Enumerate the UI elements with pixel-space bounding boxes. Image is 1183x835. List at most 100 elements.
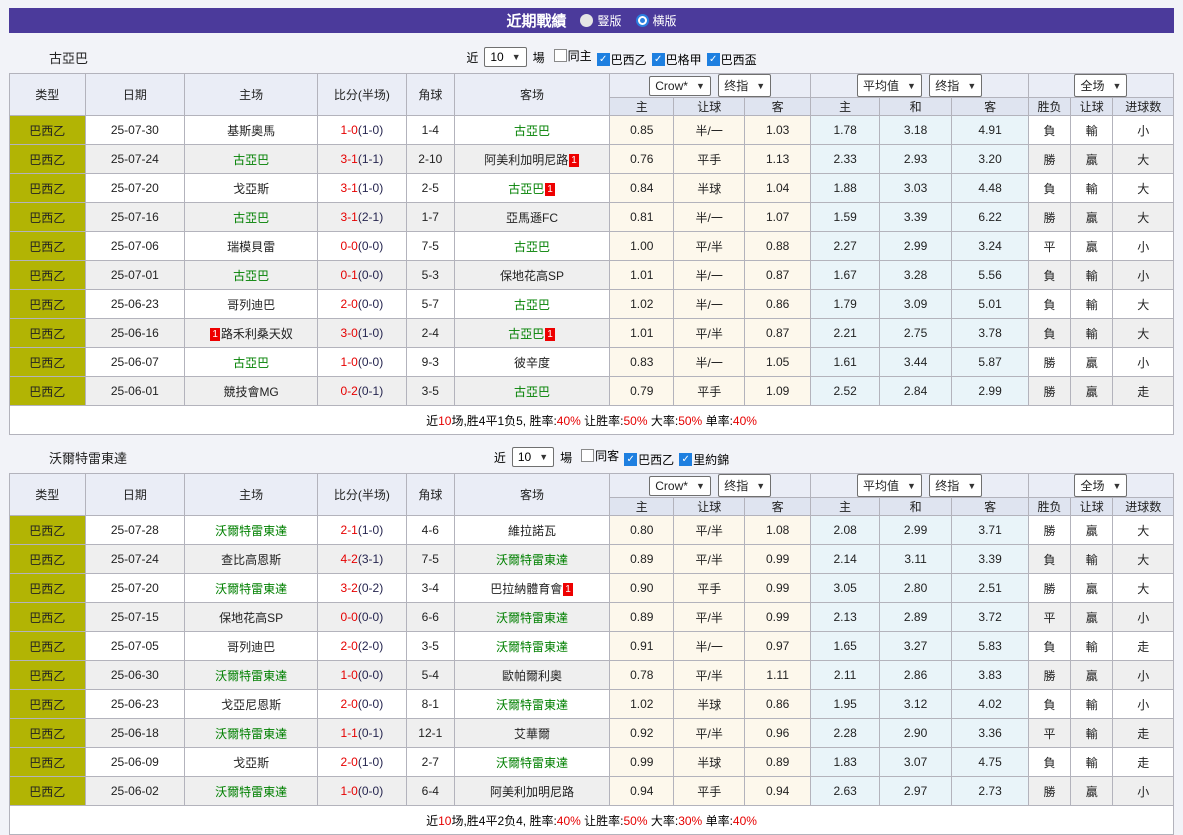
team-link[interactable]: 查比高恩斯	[221, 553, 281, 567]
scope-select[interactable]: 全场▼	[1074, 74, 1127, 97]
team-link[interactable]: 哥列迪巴	[227, 640, 275, 654]
checkbox-icon[interactable]	[554, 49, 567, 62]
average-select[interactable]: 平均值▼	[857, 74, 922, 97]
filter-checkbox[interactable]: 同主	[554, 47, 592, 64]
final-odds-select-2[interactable]: 终指▼	[929, 74, 982, 97]
team-link[interactable]: 沃爾特雷東達	[496, 553, 568, 567]
team-link[interactable]: 基斯奧馬	[227, 124, 275, 138]
team-link[interactable]: 古亞巴	[514, 240, 550, 254]
team-link[interactable]: 古亞巴	[508, 182, 544, 196]
checkbox-icon[interactable]: ✓	[597, 53, 610, 66]
result-cell: 負	[1028, 290, 1070, 319]
filter-checkbox[interactable]: ✓巴西乙	[597, 51, 647, 68]
match-row: 巴西乙25-07-05哥列迪巴2-0(2-0)3-5沃爾特雷東達0.91半/一0…	[10, 632, 1174, 661]
team-link[interactable]: 沃爾特雷東達	[215, 582, 287, 596]
odds-cell: 0.92	[610, 719, 674, 748]
team-link[interactable]: 古亞巴	[508, 327, 544, 341]
team-link[interactable]: 古亞巴	[233, 153, 269, 167]
team-link[interactable]: 保地花高SP	[219, 611, 283, 625]
date-cell: 25-06-23	[85, 690, 185, 719]
average-odds-cell: 2.13	[811, 603, 879, 632]
scope-select[interactable]: 全场▼	[1074, 474, 1127, 497]
radio-vertical-layout[interactable]: 豎版	[580, 12, 621, 29]
radio-horizontal-layout[interactable]: 横版	[636, 12, 677, 29]
team-link[interactable]: 艾華爾	[514, 727, 550, 741]
half-time-score: (0-0)	[358, 355, 383, 369]
team-link[interactable]: 路禾利桑天奴	[221, 327, 293, 341]
match-row: 巴西乙25-07-15保地花高SP0-0(0-0)6-6沃爾特雷東達0.89平/…	[10, 603, 1174, 632]
final-odds-select-2[interactable]: 终指▼	[929, 474, 982, 497]
filter-checkbox[interactable]: ✓巴格甲	[652, 51, 702, 68]
team-link[interactable]: 戈亞尼恩斯	[221, 698, 281, 712]
away-team-cell: 彼辛度	[454, 348, 609, 377]
average-odds-cell: 1.95	[811, 690, 879, 719]
recent-count-select[interactable]: 10 ▼	[512, 447, 554, 467]
final-odds-select[interactable]: 终指▼	[718, 74, 771, 97]
odds-cell: 0.89	[610, 545, 674, 574]
filter-checkbox[interactable]: 同客	[581, 447, 619, 464]
team-link[interactable]: 古亞巴	[514, 298, 550, 312]
date-cell: 25-07-20	[85, 174, 185, 203]
half-time-score: (1-0)	[358, 523, 383, 537]
team-link[interactable]: 戈亞斯	[233, 756, 269, 770]
away-team-cell: 歐帕爾利奧	[454, 661, 609, 690]
radio-off-icon[interactable]	[580, 14, 593, 27]
half-time-score: (1-0)	[358, 326, 383, 340]
col-date: 日期	[85, 74, 185, 116]
col-odds-home: 主	[610, 498, 674, 516]
checkbox-icon[interactable]	[581, 449, 594, 462]
summary-row-0: 近10场,胜4平1负5, 胜率:40% 让胜率:50% 大率:50% 单率:40…	[10, 406, 1174, 435]
team-link[interactable]: 沃爾特雷東達	[496, 698, 568, 712]
team-link[interactable]: 哥列迪巴	[227, 298, 275, 312]
filter-checkbox-label: 里約錦	[693, 451, 729, 468]
team-link[interactable]: 巴拉納體育會	[490, 582, 562, 596]
odds-cell: 半球	[674, 174, 744, 203]
bookmaker-select[interactable]: Crow*▼	[649, 476, 711, 496]
team-link[interactable]: 阿美利加明尼路	[484, 153, 568, 167]
home-team-cell: 古亞巴	[185, 203, 318, 232]
home-team-cell: 保地花高SP	[185, 603, 318, 632]
recent-count-select[interactable]: 10 ▼	[484, 47, 526, 67]
team-link[interactable]: 沃爾特雷東達	[496, 756, 568, 770]
average-odds-cell: 5.87	[952, 348, 1029, 377]
result-cell: 負	[1028, 319, 1070, 348]
team-link[interactable]: 沃爾特雷東達	[215, 524, 287, 538]
average-odds-cell: 2.75	[879, 319, 951, 348]
team-link[interactable]: 古亞巴	[514, 124, 550, 138]
team-link[interactable]: 沃爾特雷東達	[496, 640, 568, 654]
corner-cell: 6-4	[406, 777, 454, 806]
odds-cell: 平手	[674, 377, 744, 406]
team-link[interactable]: 彼辛度	[514, 356, 550, 370]
team-link[interactable]: 古亞巴	[233, 269, 269, 283]
checkbox-icon[interactable]: ✓	[624, 453, 637, 466]
team-link[interactable]: 古亞巴	[233, 211, 269, 225]
result-cell: 勝	[1028, 777, 1070, 806]
team-link[interactable]: 戈亞斯	[233, 182, 269, 196]
team-link[interactable]: 古亞巴	[514, 385, 550, 399]
team-link[interactable]: 維拉諾瓦	[508, 524, 556, 538]
full-time-score: 2-0	[341, 697, 358, 711]
checkbox-icon[interactable]: ✓	[652, 53, 665, 66]
filter-checkbox[interactable]: ✓巴西乙	[624, 451, 674, 468]
average-select[interactable]: 平均值▼	[857, 474, 922, 497]
team-link[interactable]: 競技會MG	[223, 385, 278, 399]
team-link[interactable]: 沃爾特雷東達	[215, 785, 287, 799]
checkbox-icon[interactable]: ✓	[707, 53, 720, 66]
team-link[interactable]: 沃爾特雷東達	[215, 669, 287, 683]
checkbox-icon[interactable]: ✓	[679, 453, 692, 466]
odds-cell: 0.85	[610, 116, 674, 145]
team-link[interactable]: 亞馬遜FC	[506, 211, 558, 225]
team-link[interactable]: 沃爾特雷東達	[215, 727, 287, 741]
radio-on-icon[interactable]	[636, 14, 649, 27]
bookmaker-select[interactable]: Crow*▼	[649, 76, 711, 96]
team-link[interactable]: 歐帕爾利奧	[502, 669, 562, 683]
final-odds-select[interactable]: 终指▼	[718, 474, 771, 497]
team-link[interactable]: 沃爾特雷東達	[496, 611, 568, 625]
team-link[interactable]: 保地花高SP	[500, 269, 564, 283]
team-link[interactable]: 瑞模貝雷	[227, 240, 275, 254]
filter-checkbox[interactable]: ✓里約錦	[679, 451, 729, 468]
team-link[interactable]: 阿美利加明尼路	[490, 785, 574, 799]
team-link[interactable]: 古亞巴	[233, 356, 269, 370]
filter-checkbox[interactable]: ✓巴西盃	[707, 51, 757, 68]
summary-text: 单率:	[702, 814, 733, 828]
